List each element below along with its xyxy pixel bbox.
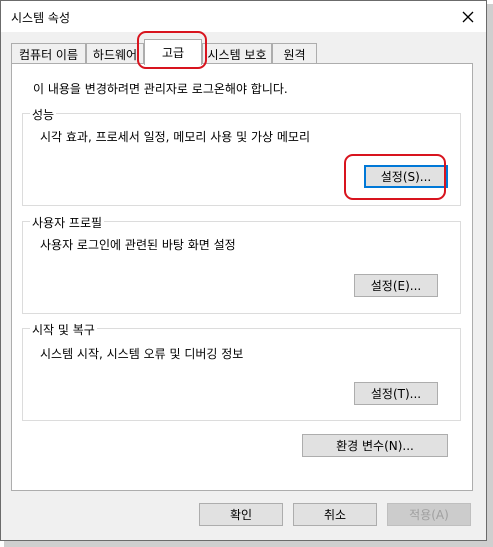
performance-description: 시각 효과, 프로세서 일정, 메모리 사용 및 가상 메모리 xyxy=(40,130,310,144)
user-profiles-description: 사용자 로그인에 관련된 바탕 화면 설정 xyxy=(40,238,236,252)
performance-settings-button[interactable]: 설정(S)... xyxy=(364,165,448,188)
apply-button[interactable]: 적용(A) xyxy=(387,503,471,526)
button-label: 환경 변수(N)... xyxy=(336,439,414,453)
tab-remote[interactable]: 원격 xyxy=(272,43,317,63)
close-icon xyxy=(462,11,474,22)
user-profiles-settings-button[interactable]: 설정(E)... xyxy=(354,274,438,297)
window-title: 시스템 속성 xyxy=(11,11,71,25)
tab-label: 고급 xyxy=(161,46,185,60)
title-bar[interactable]: 시스템 속성 xyxy=(1,1,486,32)
tab-label: 컴퓨터 이름 xyxy=(18,48,78,62)
startup-recovery-group: 시작 및 복구 시스템 시작, 시스템 오류 및 디버깅 정보 설정(T)... xyxy=(22,321,461,421)
startup-recovery-settings-button[interactable]: 설정(T)... xyxy=(354,382,438,405)
button-label: 설정(T)... xyxy=(370,387,422,401)
button-label: 취소 xyxy=(323,508,347,522)
tab-computer-name[interactable]: 컴퓨터 이름 xyxy=(11,43,86,63)
environment-variables-button[interactable]: 환경 변수(N)... xyxy=(302,434,448,457)
tab-hardware[interactable]: 하드웨어 xyxy=(86,43,144,63)
button-label: 적용(A) xyxy=(409,508,449,522)
cancel-button[interactable]: 취소 xyxy=(293,503,377,526)
tab-label: 시스템 보호 xyxy=(207,48,267,62)
tab-advanced[interactable]: 고급 xyxy=(144,39,202,65)
advanced-tab-panel: 이 내용을 변경하려면 관리자로 로그온해야 합니다. 성능 시각 효과, 프로… xyxy=(11,63,473,491)
startup-recovery-description: 시스템 시작, 시스템 오류 및 디버깅 정보 xyxy=(40,347,244,361)
close-button[interactable] xyxy=(450,1,486,32)
startup-recovery-group-label: 시작 및 복구 xyxy=(30,321,97,338)
performance-group: 성능 시각 효과, 프로세서 일정, 메모리 사용 및 가상 메모리 설정(S)… xyxy=(22,106,461,206)
admin-notice: 이 내용을 변경하려면 관리자로 로그온해야 합니다. xyxy=(33,82,288,96)
ok-button[interactable]: 확인 xyxy=(199,503,283,526)
performance-group-label: 성능 xyxy=(30,106,57,123)
system-properties-dialog: 시스템 속성 컴퓨터 이름 하드웨어 고급 시스템 보호 원격 이 내용을 변경… xyxy=(0,0,487,541)
user-profiles-group-label: 사용자 프로필 xyxy=(30,214,105,231)
button-label: 설정(S)... xyxy=(380,170,432,184)
button-label: 확인 xyxy=(229,508,253,522)
button-label: 설정(E)... xyxy=(370,279,422,293)
user-profiles-group: 사용자 프로필 사용자 로그인에 관련된 바탕 화면 설정 설정(E)... xyxy=(22,214,461,314)
tab-label: 하드웨어 xyxy=(92,48,138,62)
tab-system-protection[interactable]: 시스템 보호 xyxy=(202,43,272,63)
tab-label: 원격 xyxy=(283,48,306,62)
